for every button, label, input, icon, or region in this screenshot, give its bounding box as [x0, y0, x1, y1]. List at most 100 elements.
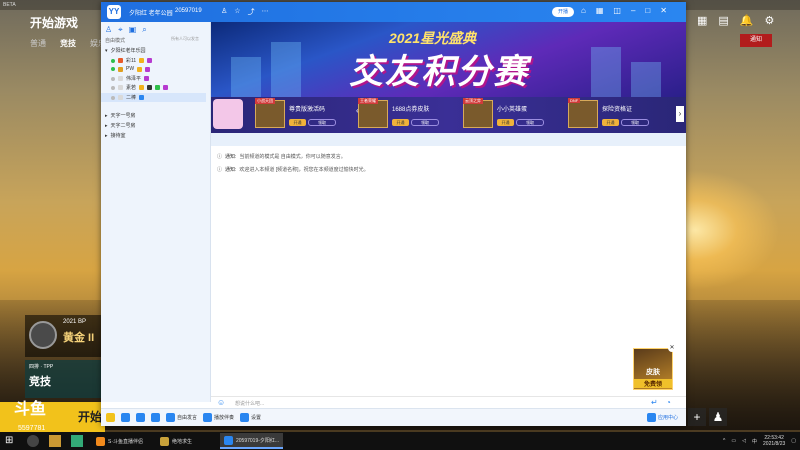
network-icon[interactable]: ▭ [731, 438, 736, 444]
mic-icon [118, 58, 123, 63]
music-button[interactable]: 播放伴奏 [203, 413, 234, 422]
sub-channel[interactable]: ▸ 接待室 [105, 132, 126, 140]
rank-card[interactable]: 2021 BP 黄金 II [25, 315, 103, 357]
taskbar-app[interactable]: 20597019-夕阳红... [220, 433, 284, 449]
chat-area[interactable] [211, 146, 686, 396]
speaker-icon[interactable] [121, 413, 130, 422]
channel-sidebar: ♙ ⌖ ▣ ⌕ 自由模式 所有人可以发言 ▾ 夕阳红老年乐园 彩11 PW 伟泽… [101, 22, 211, 402]
chat-input[interactable]: 想说什么吧... [235, 400, 264, 407]
prize-card[interactable]: 云顶之弈 小小英雄蛋 开通 领取 [461, 98, 561, 131]
prize-claim-button[interactable]: 领取 [621, 119, 649, 126]
notification-icon[interactable]: ▢ [791, 438, 796, 444]
mic-icon [118, 76, 123, 81]
prize-open-button[interactable]: 开通 [602, 119, 619, 126]
free-speak-button[interactable]: 自由发言 [166, 413, 197, 422]
window-controls: ⌂ ▦ ◫ – □ ✕ [581, 6, 667, 15]
open-live-button[interactable]: 开播 [552, 7, 574, 17]
minimize-icon[interactable]: – [631, 6, 635, 15]
send-icon[interactable]: ↵ [651, 398, 658, 407]
add-icon-3[interactable]: + [688, 408, 706, 426]
person-icon[interactable]: ♙ [105, 25, 112, 35]
prize-image [463, 100, 493, 128]
sub-channel[interactable]: ▸ 天字二号房 [105, 122, 136, 130]
chat-bubble-icon[interactable]: ◔ [666, 398, 671, 407]
member-row[interactable]: 素若 [111, 84, 169, 91]
prize-open-button[interactable]: 开通 [289, 119, 306, 126]
gamepad-icon[interactable]: ◫ [613, 6, 621, 15]
equalizer-icon[interactable] [151, 413, 160, 422]
gear-icon[interactable]: ⚙ [765, 14, 775, 27]
topbar-text: BETA [3, 2, 16, 8]
ime-icon[interactable]: 中 [752, 438, 757, 445]
star-icon[interactable]: ☆ [234, 7, 240, 17]
team-icon[interactable]: ♟ [709, 408, 727, 426]
calendar-icon[interactable]: ▤ [718, 14, 728, 27]
mode-card[interactable]: 四排 · TPP 竞技 [25, 360, 103, 398]
notice-badge[interactable]: 通知 [740, 34, 772, 47]
yy-titlebar[interactable]: YY 夕阳红 老年公园 20597019 ♙ ☆ ⤴ ⋯ 开播 ⌂ ▦ ◫ – … [101, 2, 686, 22]
tray-arrow-icon[interactable]: ^ [723, 438, 725, 444]
channel-root-label: 夕阳红老年乐园 [110, 48, 146, 54]
prize-claim-button[interactable]: 领取 [516, 119, 544, 126]
prize-claim-button[interactable]: 领取 [308, 119, 336, 126]
maximize-icon[interactable]: □ [645, 6, 650, 15]
taskbar-app[interactable]: S·斗鱼直播伴侣 [92, 433, 152, 449]
location-icon[interactable]: ⌖ [118, 25, 123, 35]
tab-ranked[interactable]: 竞技 [60, 38, 76, 49]
member-row[interactable]: 二棒 [111, 94, 145, 101]
member-row[interactable]: 伟泽平 [111, 75, 150, 82]
emoji-icon[interactable]: ☺ [217, 398, 225, 407]
member-row[interactable]: 彩11 [111, 57, 153, 64]
browser-icon[interactable] [71, 435, 83, 447]
file-explorer-icon[interactable] [49, 435, 61, 447]
title-icons: ♙ ☆ ⤴ ⋯ [221, 7, 269, 17]
share-icon[interactable]: ⤴ [248, 7, 255, 17]
search-icon[interactable] [27, 435, 39, 447]
crown-icon [139, 58, 145, 63]
prize-open-button[interactable]: 开通 [392, 119, 409, 126]
chevron-right-icon[interactable]: › [676, 106, 684, 122]
taskbar-app[interactable]: 绝地求生 [156, 433, 216, 449]
member-name: 伟泽平 [126, 76, 142, 82]
bell-icon[interactable]: 🔔 [740, 14, 754, 27]
prize-claim-button[interactable]: 领取 [411, 119, 439, 126]
close-icon[interactable]: ✕ [660, 6, 667, 15]
gift-icon[interactable] [213, 99, 243, 129]
prize-card[interactable]: DNF 探险资格证 开通 领取 [566, 98, 666, 131]
menu-icon[interactable]: ▦ [697, 14, 707, 27]
mic-icon[interactable] [136, 413, 145, 422]
chat-input-row[interactable]: ☺ 想说什么吧... ↵ ◔ [211, 396, 686, 408]
close-icon[interactable]: ✕ [668, 344, 676, 352]
tab-normal[interactable]: 普通 [30, 38, 46, 49]
info-icon: ⓘ [217, 167, 223, 173]
banner-building [591, 47, 621, 97]
search-icon[interactable]: ⌕ [142, 25, 146, 35]
more-icon[interactable]: ⋯ [262, 7, 269, 17]
volume-icon[interactable]: ◁ [742, 438, 746, 444]
grid-icon[interactable]: ▦ [596, 6, 604, 15]
event-banner[interactable]: 2021星光盛典 交友积分赛 [211, 22, 686, 97]
home-icon[interactable]: ⌂ [581, 6, 586, 15]
prize-name: 尊贵版激活码 [289, 107, 326, 113]
prize-tag: 云顶之弈 [463, 98, 483, 104]
prize-card[interactable]: 王者荣耀 1688点券皮肤 开通 领取 [356, 98, 456, 131]
user-icon[interactable]: ♙ [221, 7, 227, 17]
channel-root[interactable]: ▾ 夕阳红老年乐园 [105, 47, 146, 55]
clock[interactable]: 22:53:42 2021/8/23 [763, 435, 785, 447]
member-name: 素若 [126, 85, 137, 91]
music-label: 播放伴奏 [214, 415, 235, 421]
skin-promo-badge[interactable]: 皮肤 免费领 [633, 348, 673, 390]
face-icon[interactable] [106, 413, 115, 422]
banner-title: 交友积分赛 [349, 53, 529, 91]
image-icon[interactable]: ▣ [129, 25, 137, 35]
settings-button[interactable]: 设置 [240, 413, 261, 422]
game-title[interactable]: 开始游戏 [30, 14, 78, 31]
app-center-button[interactable]: 应用中心 [646, 413, 678, 422]
prize-open-button[interactable]: 开通 [497, 119, 514, 126]
system-tray: ^ ▭ ◁ 中 22:53:42 2021/8/23 ▢ [723, 435, 800, 447]
sub-channel[interactable]: ▸ 天字一号房 [105, 112, 136, 120]
member-row[interactable]: PW [111, 66, 151, 72]
collapse-icon: ▸ [105, 122, 108, 129]
prize-card[interactable]: 小战天团 尊贵版激活码 开通 领取 [253, 98, 353, 131]
windows-start-icon[interactable]: ⊞ [5, 435, 17, 447]
